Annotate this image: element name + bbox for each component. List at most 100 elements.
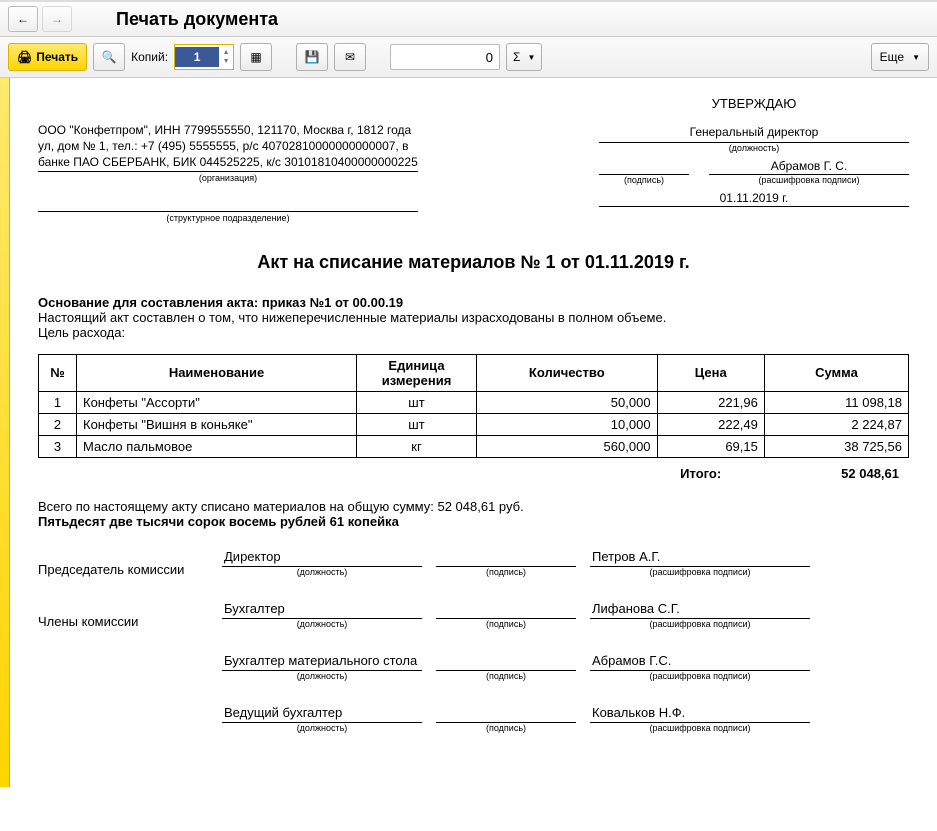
arrow-right-icon: →: [51, 12, 63, 26]
total-sum: 52 048,61: [841, 466, 899, 481]
sign-sub: (подпись): [436, 567, 576, 577]
page-title: Печать документа: [116, 9, 278, 30]
th-name: Наименование: [77, 354, 357, 391]
table-header-row: № Наименование Единица измерения Количес…: [39, 354, 909, 391]
commission-row: Бухгалтер материального стола(должность)…: [38, 653, 909, 681]
total-label: Итого:: [680, 466, 721, 481]
items-table: № Наименование Единица измерения Количес…: [38, 354, 909, 458]
floppy-icon: 💾: [305, 50, 320, 64]
role-label: Председатель комиссии: [38, 562, 208, 577]
cell-unit: шт: [357, 413, 477, 435]
copies-label: Копий:: [131, 50, 168, 64]
job-sub: (должность): [222, 671, 422, 681]
printer-icon: 🖨: [17, 50, 32, 64]
cell-qty: 50,000: [477, 391, 658, 413]
more-label: Еще: [880, 50, 904, 64]
role-label: Члены комиссии: [38, 614, 208, 629]
copies-spinner[interactable]: 1 ▲▼: [174, 44, 234, 70]
basis-label: Основание для составления акта: приказ №…: [38, 295, 403, 310]
forward-button[interactable]: →: [42, 6, 72, 32]
cell-unit: шт: [357, 391, 477, 413]
table-row: 2Конфеты "Вишня в коньяке"шт10,000222,49…: [39, 413, 909, 435]
position-sub: (должность): [599, 143, 909, 153]
sign-sub: (подпись): [436, 671, 576, 681]
save-button[interactable]: 💾: [296, 43, 328, 71]
name-sub: (расшифровка подписи): [590, 567, 810, 577]
document-title: Акт на списание материалов № 1 от 01.11.…: [38, 252, 909, 273]
name-sub: (расшифровка подписи): [590, 723, 810, 733]
sign-line: [436, 653, 576, 671]
sign-sub: (подпись): [599, 175, 689, 185]
chevron-down-icon: ▼: [912, 53, 920, 62]
job-sub: (должность): [222, 619, 422, 629]
cell-n: 2: [39, 413, 77, 435]
back-button[interactable]: ←: [8, 6, 38, 32]
sum-button[interactable]: Σ▼: [506, 43, 542, 71]
sign-sub: (подпись): [436, 619, 576, 629]
spinner-arrows-icon[interactable]: ▲▼: [219, 48, 233, 66]
cell-unit: кг: [357, 435, 477, 457]
envelope-icon: ✉: [345, 50, 355, 64]
org-block: ООО "Конфетпром", ИНН 7799555550, 121170…: [38, 96, 418, 224]
print-label: Печать: [36, 50, 78, 64]
job-sub: (должность): [222, 723, 422, 733]
arrow-left-icon: ←: [17, 12, 29, 26]
document-body: ООО "Конфетпром", ИНН 7799555550, 121170…: [10, 78, 937, 787]
commission-row: Председатель комиссииДиректор(должность)…: [38, 549, 909, 577]
side-band: [0, 78, 10, 787]
name-value: Петров А.Г.: [590, 549, 810, 567]
number-input[interactable]: [390, 44, 500, 70]
cell-price: 222,49: [657, 413, 764, 435]
basis-block: Основание для составления акта: приказ №…: [38, 295, 909, 340]
job-sub: (должность): [222, 567, 422, 577]
name-value: Абрамов Г.С.: [590, 653, 810, 671]
cell-price: 69,15: [657, 435, 764, 457]
sign-line: [436, 549, 576, 567]
sign-line: [436, 601, 576, 619]
name-value: Лифанова С.Г.: [590, 601, 810, 619]
toolbar: 🖨 Печать 🔍 Копий: 1 ▲▼ ▦ 💾 ✉ Σ▼ Еще▼: [0, 37, 937, 78]
name-value: Ковальков Н.Ф.: [590, 705, 810, 723]
cell-qty: 10,000: [477, 413, 658, 435]
job-value: Ведущий бухгалтер: [222, 705, 422, 723]
settings-button[interactable]: ▦: [240, 43, 272, 71]
cell-n: 3: [39, 435, 77, 457]
decipher: Абрамов Г. С.: [709, 159, 909, 175]
cell-sum: 11 098,18: [764, 391, 908, 413]
dept-line: [38, 190, 418, 212]
cell-qty: 560,000: [477, 435, 658, 457]
cell-name: Конфеты "Ассорти": [77, 391, 357, 413]
sum-words: Пятьдесят две тысячи сорок восемь рублей…: [38, 514, 909, 529]
table-row: 1Конфеты "Ассорти"шт50,000221,9611 098,1…: [39, 391, 909, 413]
more-button[interactable]: Еще ▼: [871, 43, 929, 71]
copies-value: 1: [175, 47, 219, 67]
preview-button[interactable]: 🔍: [93, 43, 125, 71]
sigma-icon: Σ: [513, 50, 520, 64]
cell-price: 221,96: [657, 391, 764, 413]
th-sum: Сумма: [764, 354, 908, 391]
cell-n: 1: [39, 391, 77, 413]
magnifier-icon: 🔍: [102, 50, 117, 64]
decipher-sub: (расшифровка подписи): [709, 175, 909, 185]
approve-block: УТВЕРЖДАЮ Генеральный директор (должност…: [599, 96, 909, 207]
org-sub: (организация): [38, 172, 418, 184]
th-n: №: [39, 354, 77, 391]
table-icon: ▦: [250, 50, 261, 64]
th-price: Цена: [657, 354, 764, 391]
title-bar: ← → Печать документа: [0, 2, 937, 37]
job-value: Бухгалтер: [222, 601, 422, 619]
position: Генеральный директор: [599, 125, 909, 143]
sum-block: Всего по настоящему акту списано материа…: [38, 499, 909, 529]
basis-text: Настоящий акт составлен о том, что нижеп…: [38, 310, 909, 325]
th-unit: Единица измерения: [357, 354, 477, 391]
cell-sum: 38 725,56: [764, 435, 908, 457]
org-text: ООО "Конфетпром", ИНН 7799555550, 121170…: [38, 122, 418, 172]
sum-text: Всего по настоящему акту списано материа…: [38, 499, 909, 514]
mail-button[interactable]: ✉: [334, 43, 366, 71]
print-button[interactable]: 🖨 Печать: [8, 43, 87, 71]
chevron-down-icon: ▼: [527, 53, 535, 62]
sign-line: [436, 705, 576, 723]
cell-name: Масло пальмовое: [77, 435, 357, 457]
commission-row: Ведущий бухгалтер(должность) (подпись)Ко…: [38, 705, 909, 733]
table-row: 3Масло пальмовоекг560,00069,1538 725,56: [39, 435, 909, 457]
